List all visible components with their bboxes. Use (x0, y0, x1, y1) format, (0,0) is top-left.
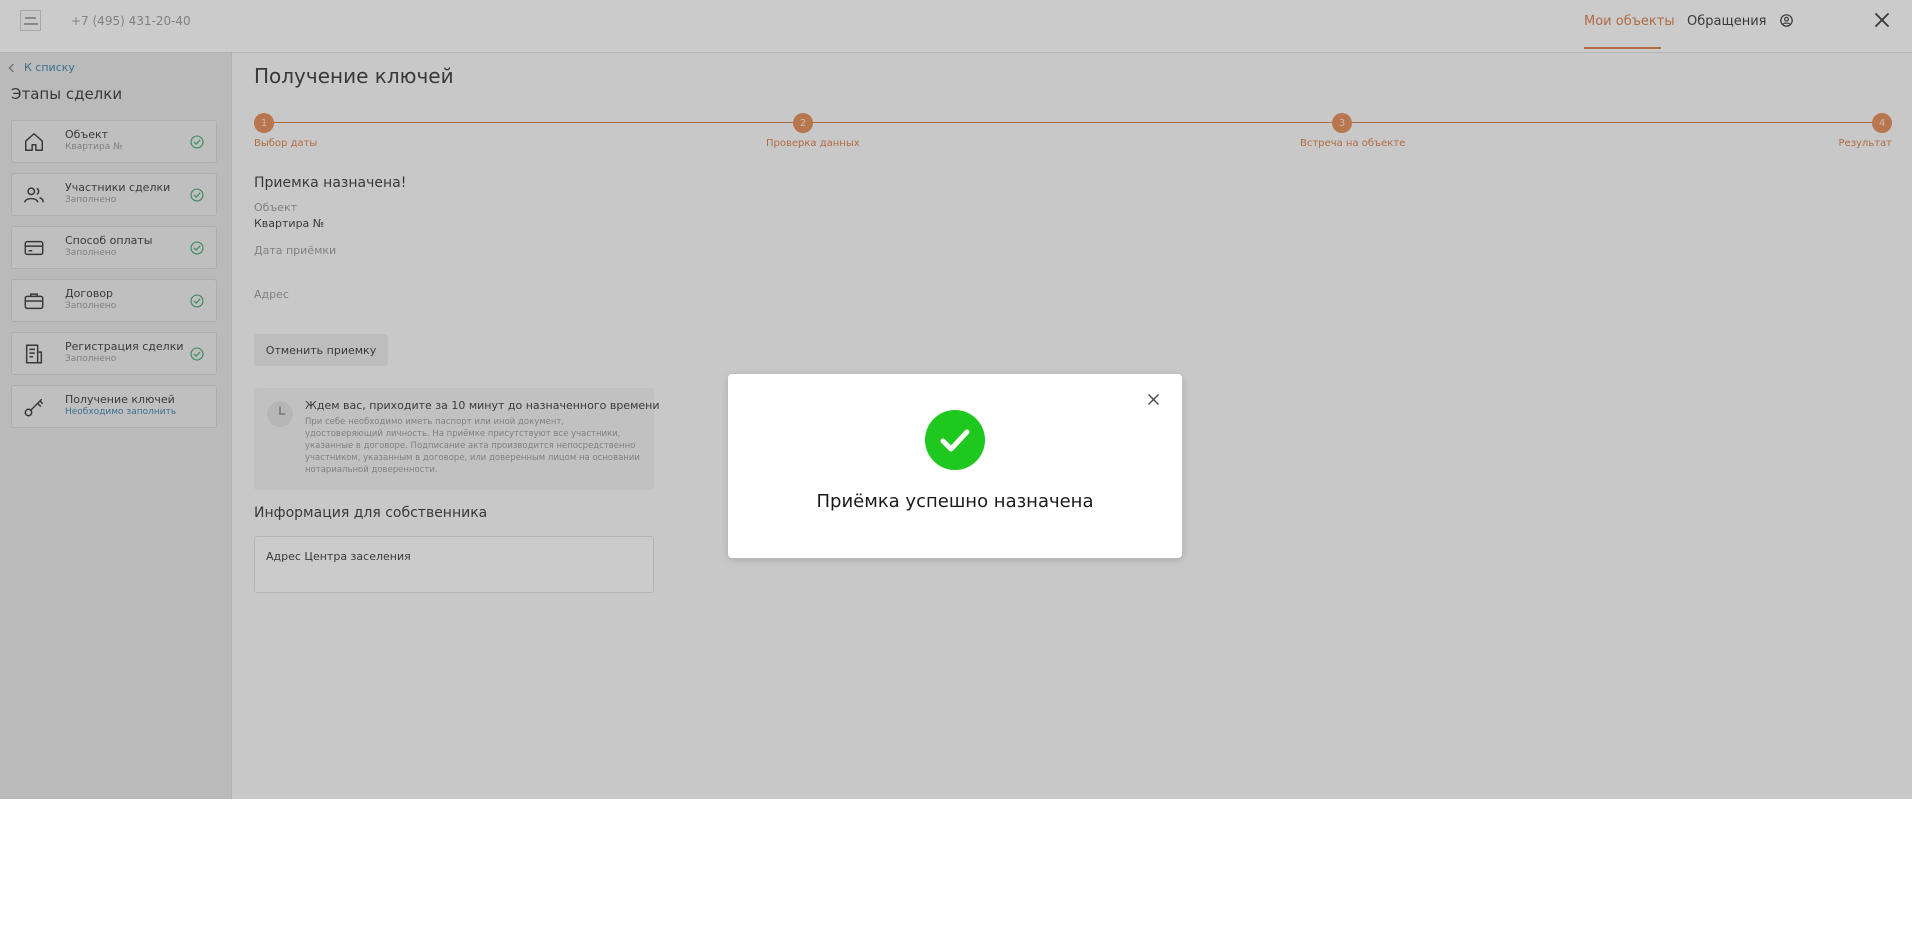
modal-title: Приёмка успешно назначена (816, 491, 1094, 512)
success-check-icon (925, 410, 985, 470)
success-modal: Приёмка успешно назначена (728, 374, 1182, 558)
close-icon[interactable] (1147, 393, 1160, 406)
